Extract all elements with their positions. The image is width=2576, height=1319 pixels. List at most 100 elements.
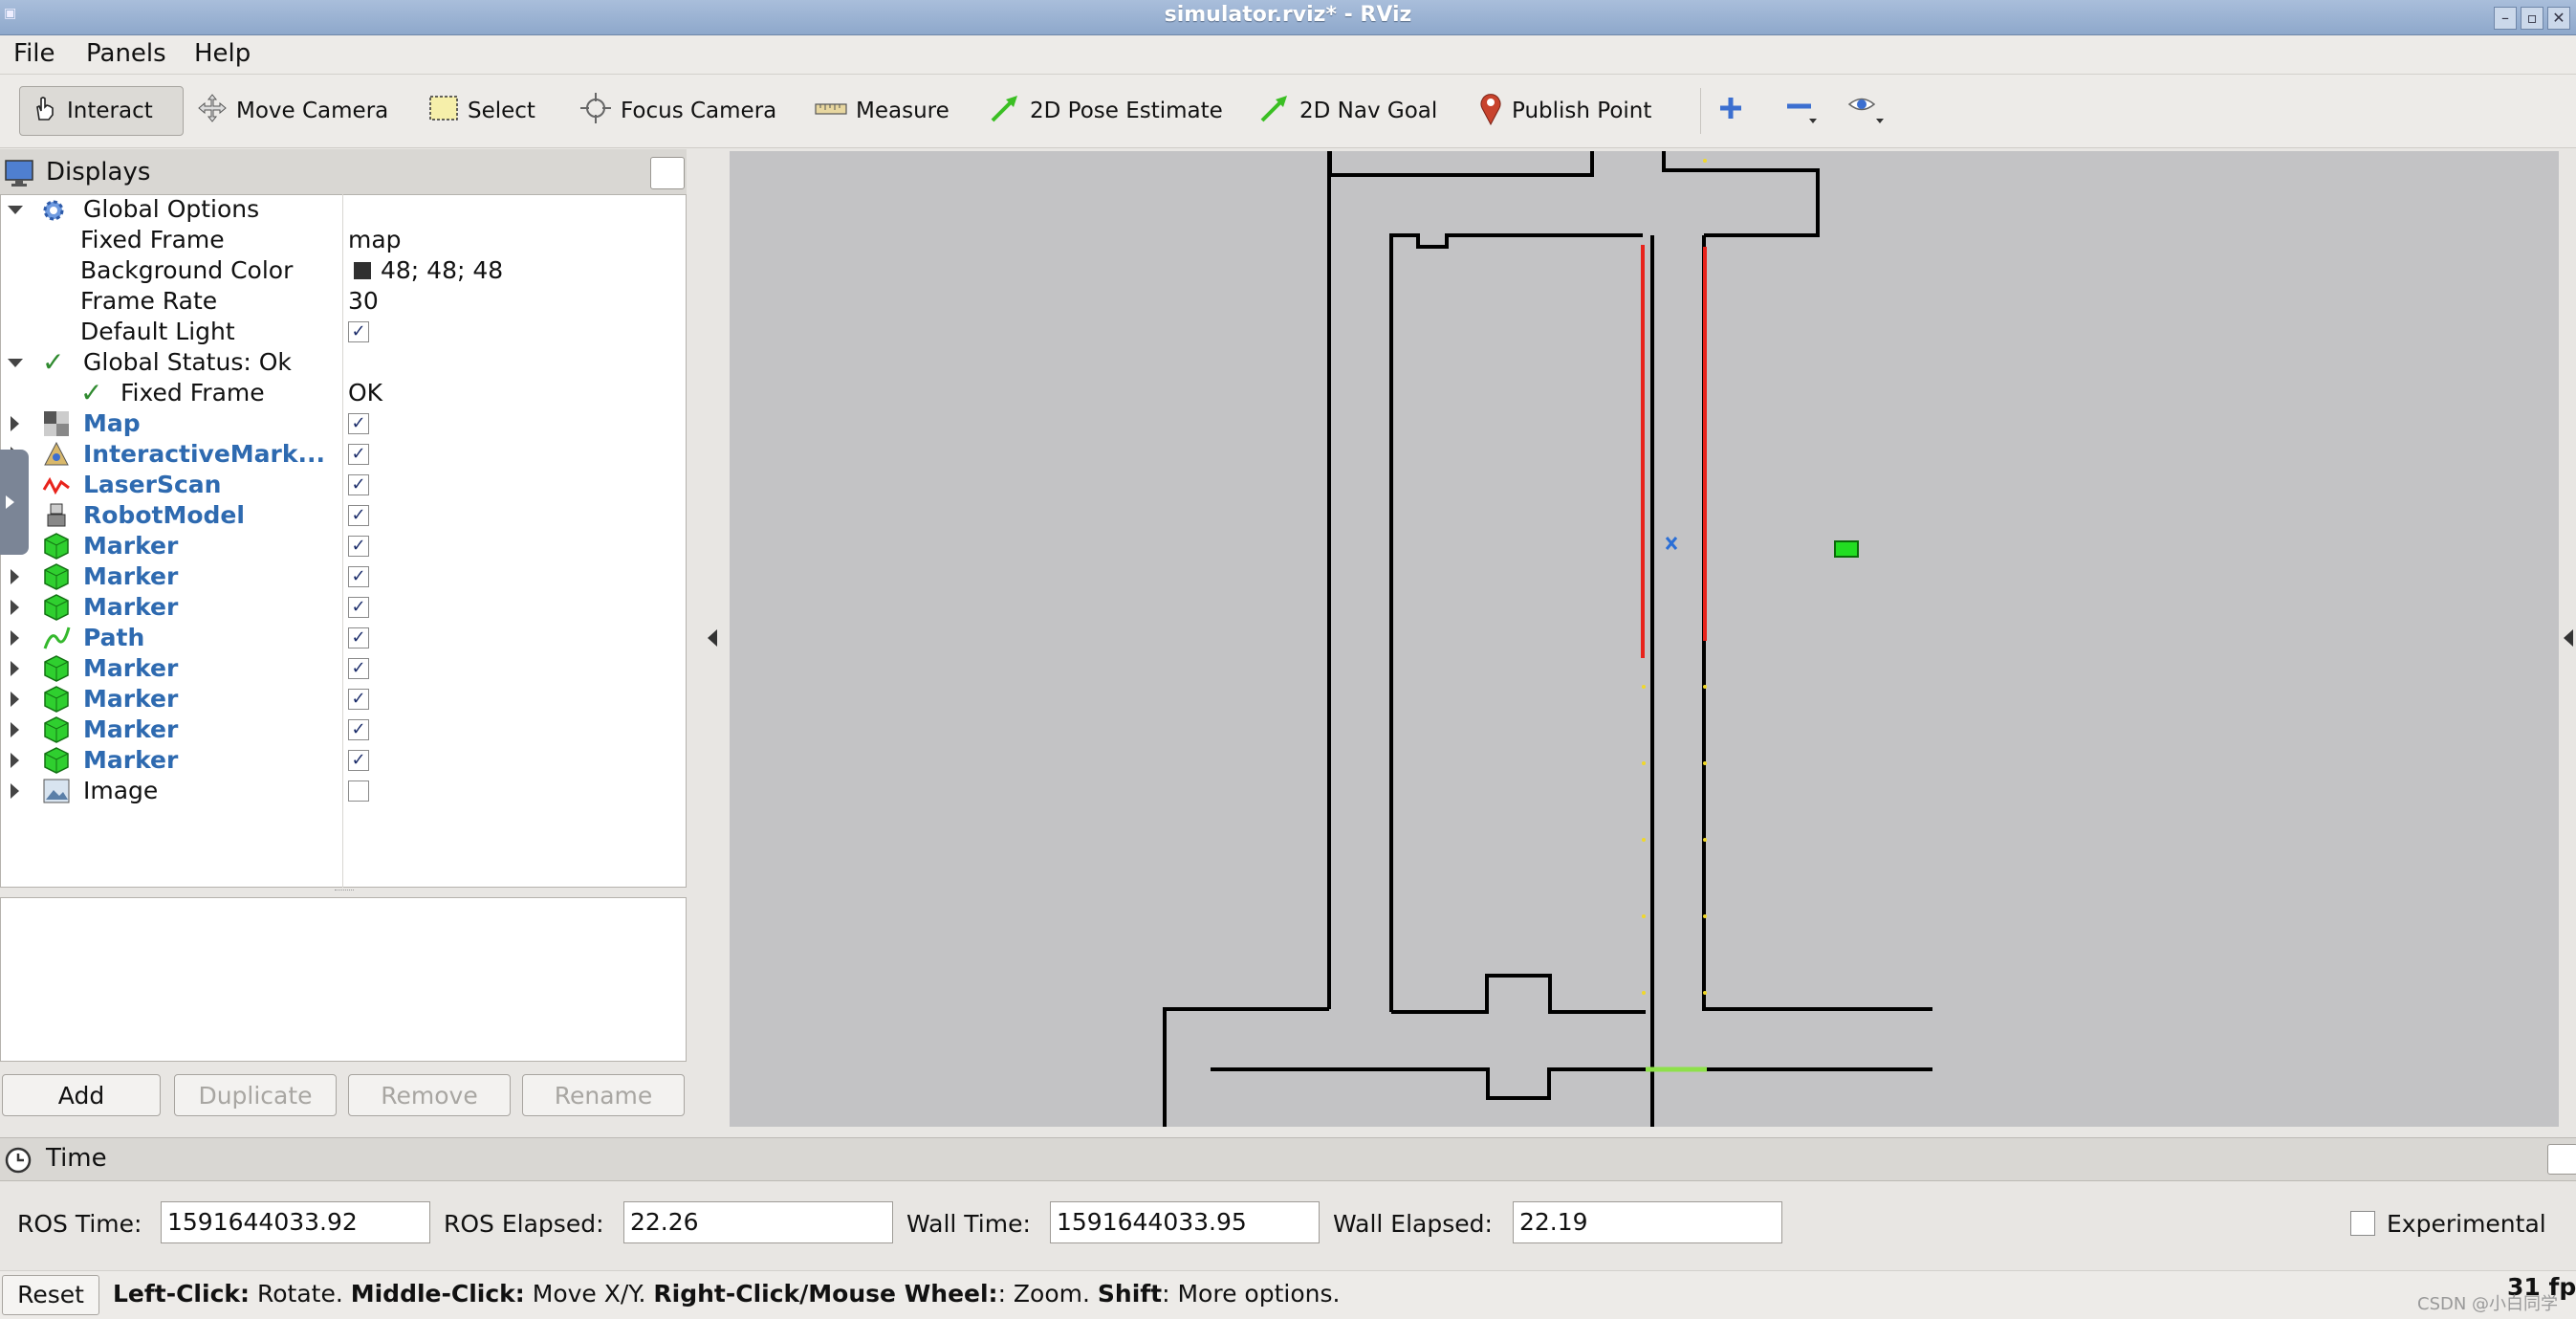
expand-arrow-icon[interactable] bbox=[11, 600, 19, 615]
map-canvas[interactable] bbox=[730, 151, 2559, 1127]
display-item-label: Marker bbox=[83, 654, 179, 682]
display-item-robotmodel[interactable]: RobotModel ✓ bbox=[0, 500, 685, 531]
status-fixed-frame-value: OK bbox=[348, 379, 383, 407]
expand-arrow-icon[interactable] bbox=[8, 359, 23, 367]
expand-arrow-icon[interactable] bbox=[11, 416, 19, 431]
display-item-map[interactable]: Map ✓ bbox=[0, 408, 685, 439]
display-enable-checkbox[interactable]: ✓ bbox=[348, 444, 369, 465]
interact-tool-button[interactable]: Interact bbox=[19, 86, 184, 136]
view-tool-button[interactable] bbox=[1847, 86, 1894, 136]
display-item-path[interactable]: Path ✓ bbox=[0, 623, 685, 653]
duplicate-display-button[interactable]: Duplicate bbox=[174, 1074, 337, 1116]
display-enable-checkbox[interactable]: ✓ bbox=[348, 627, 369, 649]
tree-row-global-status[interactable]: ✓ Global Status: Ok bbox=[0, 347, 685, 378]
panel-undock-button[interactable] bbox=[2547, 1144, 2576, 1175]
display-enable-checkbox[interactable]: ✓ bbox=[348, 413, 369, 434]
select-tool-button[interactable]: Select bbox=[428, 86, 535, 136]
expand-arrow-icon[interactable] bbox=[8, 206, 23, 214]
frame-rate-value[interactable]: 30 bbox=[348, 286, 379, 317]
maximize-icon[interactable]: ▫ bbox=[2521, 7, 2543, 30]
left-splitter[interactable] bbox=[690, 151, 729, 1127]
expand-arrow-icon[interactable] bbox=[11, 692, 19, 707]
display-enable-checkbox[interactable] bbox=[348, 780, 369, 802]
default-light-checkbox[interactable]: ✓ bbox=[348, 321, 369, 342]
display-enable-checkbox[interactable]: ✓ bbox=[348, 536, 369, 557]
right-splitter[interactable] bbox=[2560, 151, 2576, 1127]
menu-panels[interactable]: Panels bbox=[86, 39, 166, 68]
add-display-button[interactable]: Add bbox=[2, 1074, 161, 1116]
collapse-left-icon[interactable] bbox=[708, 629, 717, 647]
2d-pose-estimate-tool-button[interactable]: 2D Pose Estimate bbox=[989, 86, 1223, 136]
time-panel-title: Time bbox=[46, 1144, 107, 1173]
display-item-marker[interactable]: Marker ✓ bbox=[0, 653, 685, 684]
display-item-marker[interactable]: Marker ✓ bbox=[0, 745, 685, 776]
expand-arrow-icon[interactable] bbox=[11, 753, 19, 768]
tree-row-default-light[interactable]: Default Light ✓ bbox=[0, 317, 685, 347]
minimize-icon[interactable]: – bbox=[2494, 7, 2517, 30]
tree-row-fixed-frame[interactable]: Fixed Frame map bbox=[0, 225, 685, 255]
plus-icon bbox=[1717, 95, 1744, 127]
fixed-frame-value[interactable]: map bbox=[348, 225, 402, 255]
display-enable-checkbox[interactable]: ✓ bbox=[348, 689, 369, 710]
tree-row-global-options[interactable]: Global Options bbox=[0, 194, 685, 225]
2d-nav-goal-tool-button[interactable]: 2D Nav Goal bbox=[1258, 86, 1437, 136]
tree-row-frame-rate[interactable]: Frame Rate 30 bbox=[0, 286, 685, 317]
expand-arrow-icon[interactable] bbox=[11, 722, 19, 737]
remove-display-button[interactable]: Remove bbox=[348, 1074, 511, 1116]
displays-panel-header: Displays bbox=[0, 149, 687, 196]
add-tool-button[interactable] bbox=[1717, 86, 1753, 136]
display-item-label: Image bbox=[83, 777, 159, 804]
splitter-handle[interactable] bbox=[335, 890, 354, 893]
display-enable-checkbox[interactable]: ✓ bbox=[348, 505, 369, 526]
display-item-laserscan[interactable]: LaserScan ✓ bbox=[0, 470, 685, 500]
reset-button[interactable]: Reset bbox=[2, 1275, 99, 1315]
menu-help[interactable]: Help bbox=[194, 39, 251, 68]
3d-render-view[interactable] bbox=[730, 151, 2559, 1127]
display-item-marker[interactable]: Marker ✓ bbox=[0, 684, 685, 714]
experimental-checkbox[interactable] bbox=[2350, 1211, 2375, 1236]
image-icon bbox=[42, 777, 71, 813]
menu-file[interactable]: File bbox=[13, 39, 55, 68]
display-enable-checkbox[interactable]: ✓ bbox=[348, 474, 369, 495]
display-item-marker[interactable]: Marker ✓ bbox=[0, 561, 685, 592]
display-enable-checkbox[interactable]: ✓ bbox=[348, 566, 369, 587]
background-color-value[interactable]: 48; 48; 48 bbox=[381, 255, 503, 286]
display-enable-checkbox[interactable]: ✓ bbox=[348, 719, 369, 740]
close-icon[interactable]: ✕ bbox=[2547, 7, 2570, 30]
clock-icon bbox=[4, 1146, 33, 1178]
robot-marker bbox=[1665, 537, 1678, 550]
dock-handle[interactable] bbox=[0, 450, 29, 555]
collapse-right-icon[interactable] bbox=[2564, 629, 2573, 647]
display-item-interactivemark[interactable]: InteractiveMark... ✓ bbox=[0, 439, 685, 470]
color-swatch[interactable] bbox=[354, 262, 371, 279]
display-item-marker[interactable]: Marker ✓ bbox=[0, 531, 685, 561]
display-enable-checkbox[interactable]: ✓ bbox=[348, 597, 369, 618]
remove-tool-button[interactable] bbox=[1784, 86, 1825, 136]
wall-time-field[interactable]: 1591644033.95 bbox=[1050, 1201, 1320, 1243]
move-camera-tool-button[interactable]: Move Camera bbox=[197, 86, 388, 136]
measure-tool-button[interactable]: Measure bbox=[815, 86, 950, 136]
tree-row-status-fixed-frame[interactable]: ✓ Fixed Frame OK bbox=[0, 378, 685, 408]
panel-undock-button[interactable] bbox=[650, 157, 685, 189]
frame-rate-label: Frame Rate bbox=[80, 287, 218, 315]
collapse-arrow-icon bbox=[6, 495, 14, 509]
focus-camera-tool-button[interactable]: Focus Camera bbox=[579, 86, 776, 136]
background-color-label: Background Color bbox=[80, 256, 294, 284]
expand-arrow-icon[interactable] bbox=[11, 569, 19, 584]
display-enable-checkbox[interactable]: ✓ bbox=[348, 750, 369, 771]
expand-arrow-icon[interactable] bbox=[11, 783, 19, 799]
expand-arrow-icon[interactable] bbox=[11, 661, 19, 676]
display-item-marker[interactable]: Marker ✓ bbox=[0, 714, 685, 745]
ok-check-icon: ✓ bbox=[42, 346, 65, 378]
ros-time-field[interactable]: 1591644033.92 bbox=[161, 1201, 430, 1243]
expand-arrow-icon[interactable] bbox=[11, 630, 19, 646]
description-panel bbox=[0, 897, 687, 1062]
display-item-marker[interactable]: Marker ✓ bbox=[0, 592, 685, 623]
ros-elapsed-field[interactable]: 22.26 bbox=[623, 1201, 893, 1243]
rename-display-button[interactable]: Rename bbox=[522, 1074, 685, 1116]
wall-elapsed-field[interactable]: 22.19 bbox=[1513, 1201, 1782, 1243]
display-item-image[interactable]: Image bbox=[0, 776, 685, 806]
publish-point-tool-button[interactable]: Publish Point bbox=[1478, 86, 1651, 136]
tree-row-background-color[interactable]: Background Color 48; 48; 48 bbox=[0, 255, 685, 286]
display-enable-checkbox[interactable]: ✓ bbox=[348, 658, 369, 679]
